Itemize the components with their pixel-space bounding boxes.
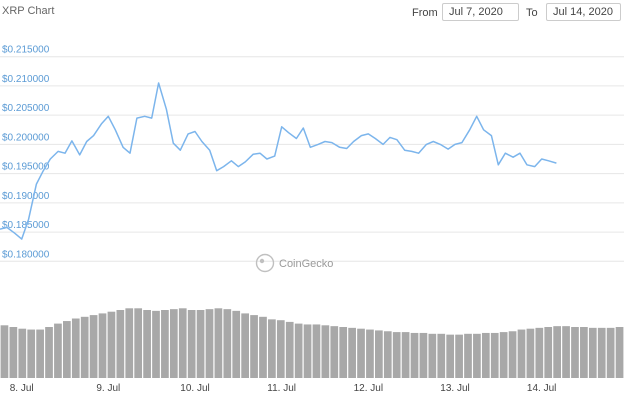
volume-bar [36, 329, 44, 378]
y-tick-label: $0.180000 [2, 249, 50, 260]
volume-bar [490, 332, 499, 378]
coingecko-watermark: CoinGecko [255, 253, 333, 273]
y-tick-label: $0.190000 [2, 191, 50, 202]
volume-bar [428, 333, 437, 378]
volume-bar [446, 334, 455, 378]
volume-bar [134, 308, 143, 378]
volume-bar [553, 326, 561, 378]
volume-bar [98, 313, 107, 378]
volume-bar [588, 327, 597, 378]
volume-bar [71, 318, 80, 378]
volume-bar [419, 332, 428, 378]
volume-bars [0, 308, 624, 378]
volume-bar [205, 309, 214, 378]
x-tick-label: 13. Jul [440, 383, 469, 394]
volume-bar [597, 327, 606, 378]
volume-bar [330, 326, 339, 378]
volume-bar [544, 327, 553, 378]
price-chart: $0.180000$0.185000$0.190000$0.195000$0.2… [0, 45, 624, 394]
x-tick-label: 14. Jul [527, 383, 556, 394]
volume-bar [517, 329, 526, 378]
volume-bar [312, 324, 321, 378]
volume-bar [535, 327, 544, 378]
watermark-text: CoinGecko [279, 258, 333, 270]
volume-bar [606, 327, 615, 378]
volume-bar [9, 327, 18, 378]
volume-bar [116, 310, 125, 378]
price-line [0, 82, 557, 240]
volume-bar [169, 309, 178, 378]
volume-bar [241, 313, 249, 378]
volume-bar [0, 325, 9, 378]
volume-bar [80, 316, 89, 378]
x-tick-label: 11. Jul [267, 383, 296, 394]
volume-bar [152, 310, 160, 378]
volume-bar [383, 331, 392, 378]
volume-bar [357, 328, 365, 378]
y-tick-label: $0.205000 [2, 103, 50, 114]
volume-bar [508, 331, 517, 378]
volume-bar [45, 327, 53, 378]
grid-lines [0, 56, 624, 262]
volume-bar [571, 327, 579, 378]
volume-bar [473, 333, 481, 378]
volume-bar [161, 310, 169, 378]
volume-bar [232, 310, 241, 378]
volume-bar [615, 327, 624, 378]
volume-bar [499, 332, 508, 378]
x-tick-label: 9. Jul [96, 383, 120, 394]
volume-bar [562, 326, 570, 378]
volume-bar [268, 319, 276, 378]
volume-bar [455, 334, 463, 378]
volume-bar [285, 321, 294, 378]
volume-bar [437, 333, 446, 378]
volume-bar [125, 308, 134, 378]
volume-bar [259, 316, 267, 378]
x-axis-ticks: 8. Jul 9. Jul 10. Jul 11. Jul 12. Jul 13. Jul… [10, 383, 557, 394]
volume-bar [366, 329, 374, 378]
volume-bar [27, 329, 36, 378]
volume-bar [143, 310, 151, 378]
volume-bar [214, 308, 223, 378]
volume-bar [401, 332, 410, 378]
volume-bar [178, 308, 187, 378]
volume-bar [321, 325, 330, 378]
volume-bar [250, 315, 258, 378]
volume-bar [303, 324, 312, 378]
volume-bar [481, 332, 490, 378]
volume-bar [339, 327, 348, 378]
coingecko-logo-eye-icon [259, 258, 265, 264]
volume-bar [89, 315, 98, 378]
volume-bar [410, 332, 419, 378]
volume-bar [18, 328, 27, 378]
volume-bar [54, 323, 62, 378]
volume-bar [464, 333, 472, 378]
x-tick-label: 10. Jul [180, 383, 209, 394]
volume-bar [187, 310, 196, 378]
volume-bar [294, 323, 303, 378]
volume-bar [526, 328, 535, 378]
volume-bar [580, 327, 588, 378]
volume-bar [276, 320, 285, 378]
volume-bar [375, 330, 383, 378]
volume-bar [223, 309, 232, 378]
y-tick-label: $0.200000 [2, 132, 50, 143]
coingecko-logo-icon [255, 253, 275, 273]
volume-bar [348, 327, 356, 378]
y-tick-label: $0.210000 [2, 74, 50, 85]
x-tick-label: 8. Jul [10, 383, 34, 394]
volume-bar [107, 311, 116, 378]
volume-bar [196, 310, 205, 378]
x-tick-label: 12. Jul [354, 383, 383, 394]
volume-bar [63, 321, 71, 378]
y-tick-label: $0.215000 [2, 45, 50, 56]
volume-bar [392, 332, 401, 378]
